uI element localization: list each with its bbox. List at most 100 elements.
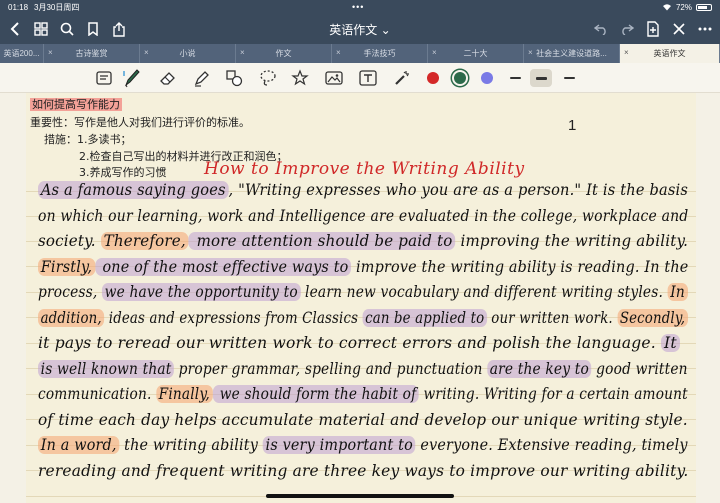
highlighted-phrase: addition,	[38, 308, 105, 327]
essay-text: good written	[591, 359, 688, 378]
tab-english-essay[interactable]: × 英语作文	[620, 44, 720, 63]
essay-text: learn new vocabulary and different writi…	[300, 283, 668, 301]
undo-icon[interactable]	[592, 20, 610, 38]
color-swatch-green[interactable]	[454, 72, 466, 84]
grid-view-icon[interactable]	[32, 20, 50, 38]
status-bar: 01:18 3月30日周四 ••• 72%	[0, 0, 720, 14]
document-title: 英语作文	[329, 23, 378, 37]
measures-label: 措施：	[44, 133, 77, 146]
tab-twentieth-congress[interactable]: × 二十大	[428, 44, 524, 63]
essay-text: it pays to reread our written work to co…	[38, 334, 662, 352]
laser-pointer-icon[interactable]	[392, 68, 412, 88]
highlighted-phrase: we should form the habit of	[212, 385, 419, 403]
essay-text: society.	[38, 232, 101, 250]
typed-importance: 重要性：写作是他人对我们进行评价的标准。	[30, 116, 250, 129]
text-box-icon[interactable]	[358, 68, 378, 88]
eraser-icon[interactable]	[158, 68, 178, 88]
tab-socialism[interactable]: × 社会主义建设道路...	[524, 44, 620, 63]
essay-text: process,	[38, 283, 103, 301]
essay-line: it pays to reread our written work to co…	[38, 334, 680, 352]
essay-line: Firstly, one of the most effective ways …	[38, 257, 689, 276]
tab-close-icon[interactable]: ×	[624, 48, 629, 57]
highlighted-phrase: As a famous saying goes	[38, 181, 229, 199]
essay-line: In a word, the writing ability is very i…	[38, 436, 688, 454]
close-icon[interactable]	[670, 20, 688, 38]
read-mode-icon[interactable]	[94, 68, 114, 88]
tab-composition[interactable]: × 作文	[236, 44, 332, 63]
highlighted-phrase: In a word,	[38, 436, 120, 454]
essay-text: on which our learning, work and Intellig…	[38, 206, 689, 225]
add-page-icon[interactable]	[644, 20, 662, 38]
essay-text: proper grammar, spelling and punctuation	[174, 359, 488, 378]
document-title-menu[interactable]: 英语作文 ⌄	[300, 21, 420, 38]
tab-label: 社会主义建设道路...	[536, 49, 607, 58]
essay-line: on which our learning, work and Intellig…	[38, 207, 688, 225]
more-icon[interactable]	[696, 20, 714, 38]
sticker-icon[interactable]	[290, 68, 310, 88]
essay-line: of time each day helps accumulate materi…	[38, 411, 688, 429]
pen-tool-icon[interactable]	[122, 68, 142, 88]
tab-close-icon[interactable]: ×	[240, 48, 245, 57]
redo-icon[interactable]	[618, 20, 636, 38]
line-width-thick[interactable]	[530, 69, 552, 87]
highlighter-icon[interactable]	[192, 68, 212, 88]
essay-text: our written work.	[486, 308, 618, 327]
image-icon[interactable]	[324, 68, 344, 88]
line-width-medium[interactable]	[558, 69, 580, 87]
app-window: 01:18 3月30日周四 ••• 72% 英语作文 ⌄ 英语200... × …	[0, 0, 720, 503]
tab-novel[interactable]: × 小说	[140, 44, 236, 63]
notebook-tabs: 英语200... × 古诗鉴赏 × 小说 × 作文 × 手法技巧 × 二十大 × 社会主义建…	[0, 44, 720, 63]
line-width-thin[interactable]	[504, 69, 526, 87]
color-swatch-red[interactable]	[427, 72, 439, 84]
tab-techniques[interactable]: × 手法技巧	[332, 44, 428, 63]
share-icon[interactable]	[110, 20, 128, 38]
heading-text: 如何提高写作能力	[30, 98, 122, 111]
tab-label: 小说	[179, 49, 196, 58]
tab-close-icon[interactable]: ×	[48, 48, 53, 57]
tab-close-icon[interactable]: ×	[336, 48, 341, 57]
essay-text: , "Writing expresses who you are as a pe…	[228, 181, 689, 199]
tab-english-2000[interactable]: 英语200...	[0, 44, 44, 63]
tab-label: 二十大	[463, 49, 488, 58]
lasso-icon[interactable]	[258, 68, 278, 88]
status-date: 3月30日周四	[34, 2, 80, 12]
essay-text: writing. Writing for a certain amount	[418, 385, 688, 403]
essay-text: improving the writing ability.	[455, 232, 689, 250]
back-icon[interactable]	[6, 20, 24, 38]
notebook-page[interactable]: 如何提高写作能力 重要性：写作是他人对我们进行评价的标准。 措施：1.多读书； …	[26, 93, 696, 503]
shapes-icon[interactable]	[224, 68, 244, 88]
measure-3: 3.养成写作的习惯	[79, 166, 167, 179]
essay-text: rereading and frequent writing are three…	[38, 461, 689, 480]
highlighted-phrase: It	[661, 334, 680, 352]
essay-text: everyone. Extensive reading, timely	[415, 436, 688, 454]
bookmark-icon[interactable]	[84, 20, 102, 38]
color-swatch-purple[interactable]	[481, 72, 493, 84]
tool-bar	[0, 63, 720, 93]
essay-line: process, we have the opportunity to lear…	[38, 283, 688, 301]
typed-heading: 如何提高写作能力	[30, 96, 122, 112]
essay-line: society. Therefore, more attention shoul…	[38, 232, 688, 250]
highlighted-phrase: In	[667, 283, 688, 301]
essay-text: improve the writing ability is reading. …	[351, 257, 689, 276]
search-icon[interactable]	[58, 20, 76, 38]
tab-close-icon[interactable]: ×	[144, 48, 149, 57]
tab-close-icon[interactable]: ×	[432, 48, 437, 57]
tab-label: 英语作文	[653, 49, 686, 58]
tab-poetry[interactable]: × 古诗鉴赏	[44, 44, 140, 63]
handwritten-title: How to Improve the Writing Ability	[204, 159, 525, 179]
battery-icon	[696, 3, 712, 11]
tab-label: 古诗鉴赏	[75, 49, 108, 58]
multitask-dots-icon[interactable]: •••	[352, 2, 364, 12]
tab-close-icon[interactable]: ×	[528, 48, 533, 57]
essay-line: addition, ideas and expressions from Cla…	[38, 308, 688, 327]
page-number: 1	[568, 117, 577, 134]
highlighted-phrase: are the key to	[487, 359, 592, 378]
highlighted-phrase: is well known that	[38, 359, 175, 378]
typed-measures: 措施：1.多读书；	[44, 131, 132, 147]
battery-percent: 72%	[675, 2, 692, 12]
home-indicator[interactable]	[266, 494, 454, 498]
tab-label: 作文	[275, 49, 292, 58]
essay-text: ideas and expressions from Classics	[104, 308, 363, 327]
highlighted-phrase: is very important to	[262, 436, 416, 454]
essay-text: communication.	[38, 385, 156, 403]
